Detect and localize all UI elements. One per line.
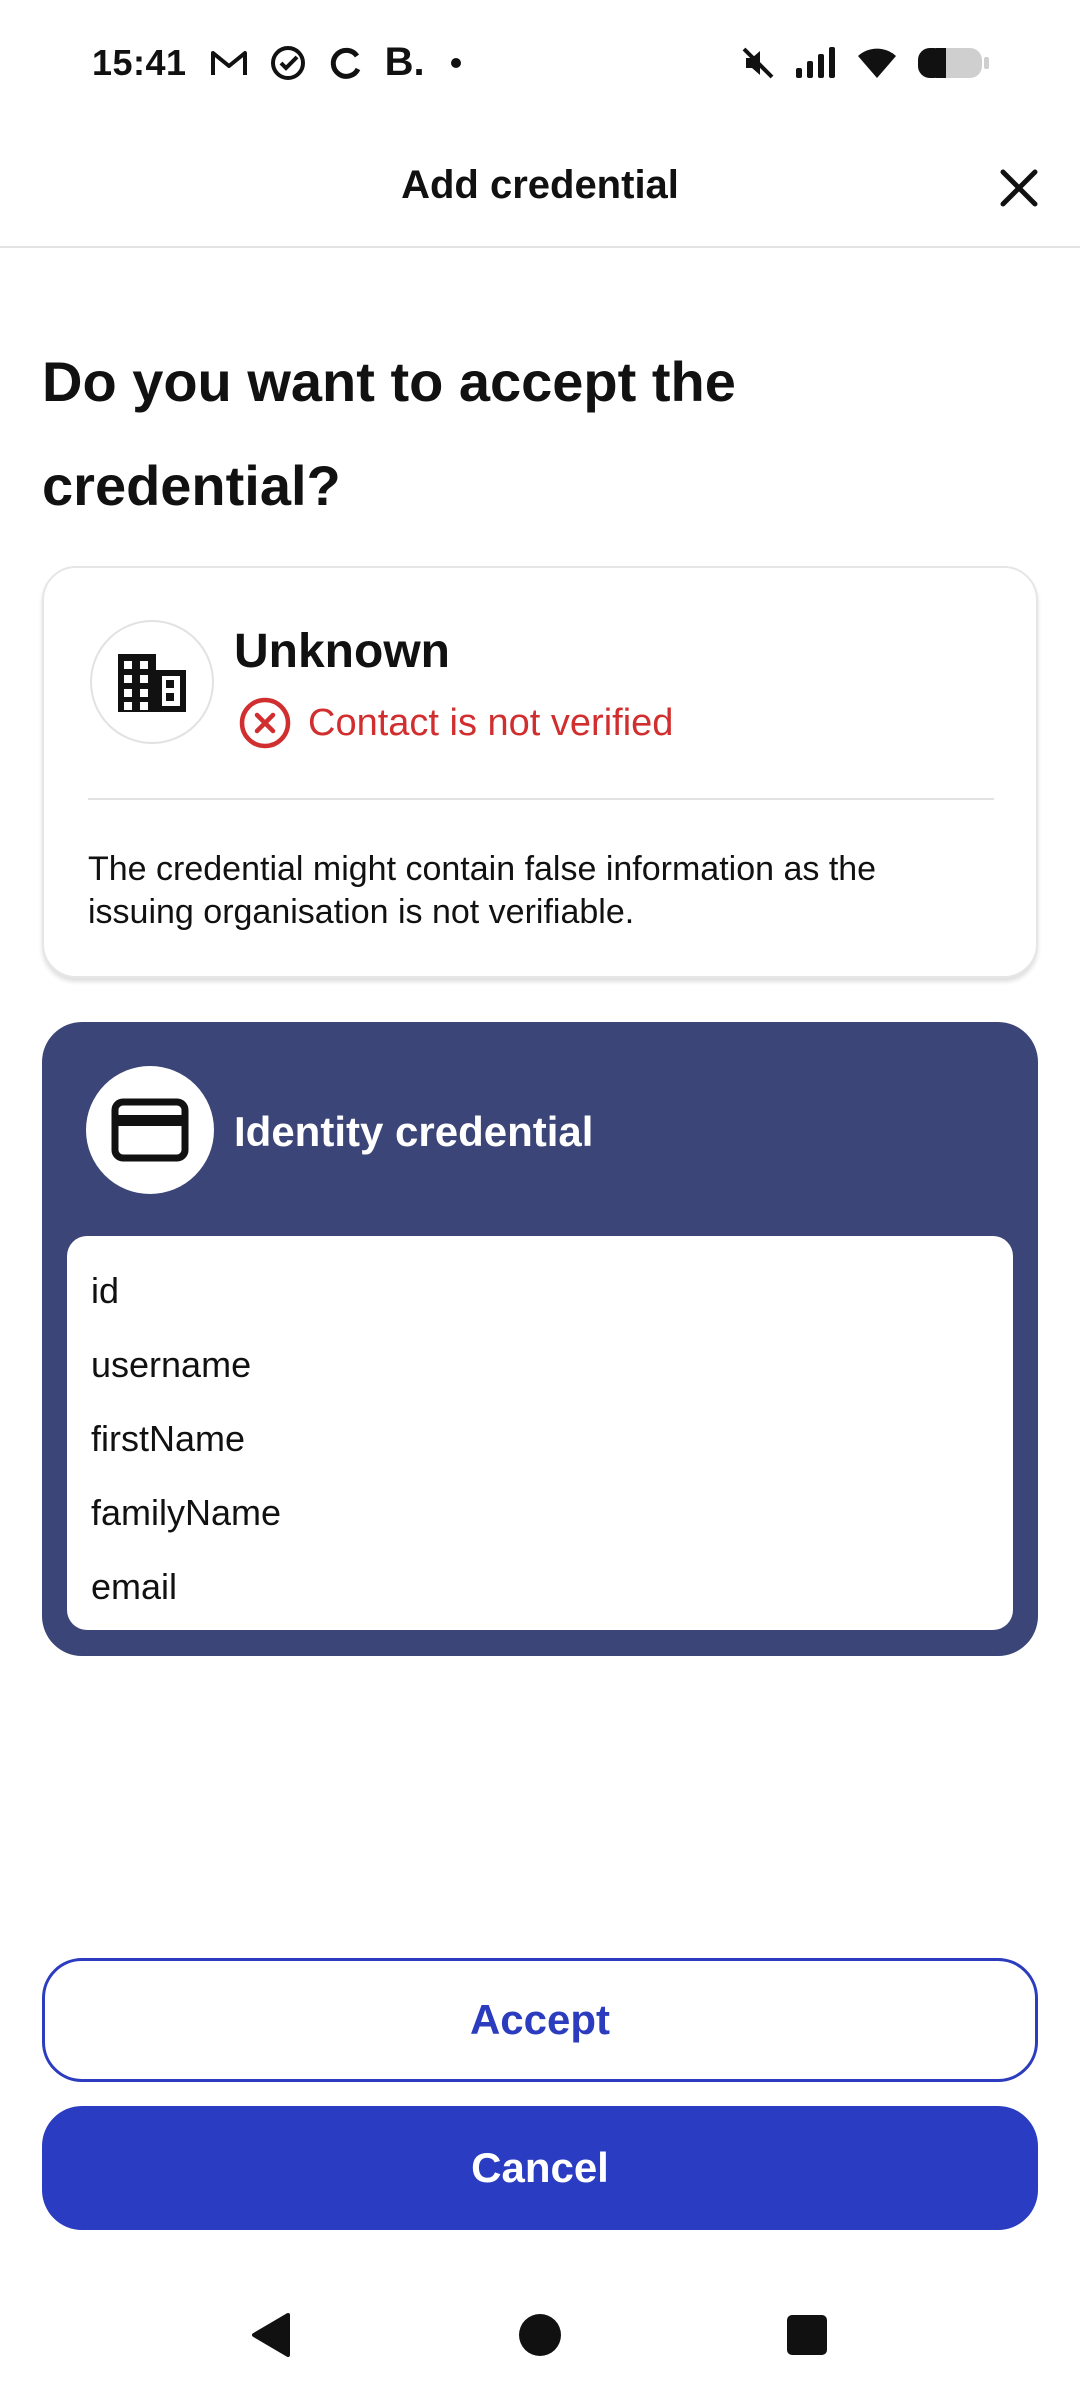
issuer-name: Unknown: [234, 625, 450, 678]
status-time: 15:41: [92, 41, 187, 83]
sync-icon: [327, 44, 365, 82]
back-triangle-icon: [252, 2313, 290, 2357]
verification-status: Contact is not verified: [238, 696, 673, 750]
verification-status-text: Contact is not verified: [308, 701, 674, 744]
error-circle-icon: [239, 697, 291, 749]
cancel-button[interactable]: Cancel: [42, 2106, 1038, 2230]
list-item: familyName: [91, 1492, 282, 1533]
home-circle-icon: [519, 2314, 561, 2356]
credential-title: Identity credential: [234, 1108, 594, 1155]
status-bar-left: 15:41 B.: [92, 40, 461, 85]
list-item: firstName: [91, 1418, 246, 1459]
task-check-icon: [269, 44, 307, 82]
issuer-logo: [90, 620, 214, 744]
list-item: username: [91, 1344, 252, 1385]
close-button[interactable]: [986, 155, 1052, 221]
signal-icon: [794, 46, 838, 80]
screen: 15:41 B. Add credential Do you want to a…: [0, 0, 1080, 2400]
credential-card: Identity credential id username firstNam…: [42, 1022, 1038, 1656]
status-bar-right: [740, 45, 990, 81]
app-bar: Add credential: [0, 125, 1080, 248]
status-bar: 15:41 B.: [0, 0, 1080, 125]
nav-recents-button[interactable]: [762, 2290, 852, 2380]
nav-back-button[interactable]: [226, 2290, 316, 2380]
system-nav-bar: [0, 2290, 1080, 2380]
credential-icon-badge: [86, 1066, 214, 1194]
close-icon: [1000, 169, 1038, 207]
gmail-icon: [209, 47, 249, 79]
question-heading: Do you want to accept the credential?: [42, 350, 736, 517]
credit-card-icon: [111, 1098, 189, 1162]
accept-button[interactable]: Accept: [42, 1958, 1038, 2082]
list-item: id: [91, 1270, 120, 1311]
page-title: Add credential: [401, 163, 679, 207]
nav-home-button[interactable]: [495, 2290, 585, 2380]
building-icon: [118, 654, 186, 712]
list-item: email: [91, 1566, 178, 1607]
issuer-card: Unknown Contact is not verified The cred…: [42, 566, 1038, 978]
divider: [88, 798, 994, 800]
notification-dot: [450, 57, 461, 68]
credential-attributes: id username firstName familyName email: [67, 1236, 1013, 1630]
b-app-icon: B.: [384, 40, 425, 84]
wifi-icon: [856, 46, 898, 80]
battery-icon: [916, 46, 990, 80]
recents-square-icon: [787, 2315, 827, 2355]
issuer-warning-text: The credential might contain false infor…: [88, 850, 877, 931]
mute-icon: [740, 45, 776, 81]
